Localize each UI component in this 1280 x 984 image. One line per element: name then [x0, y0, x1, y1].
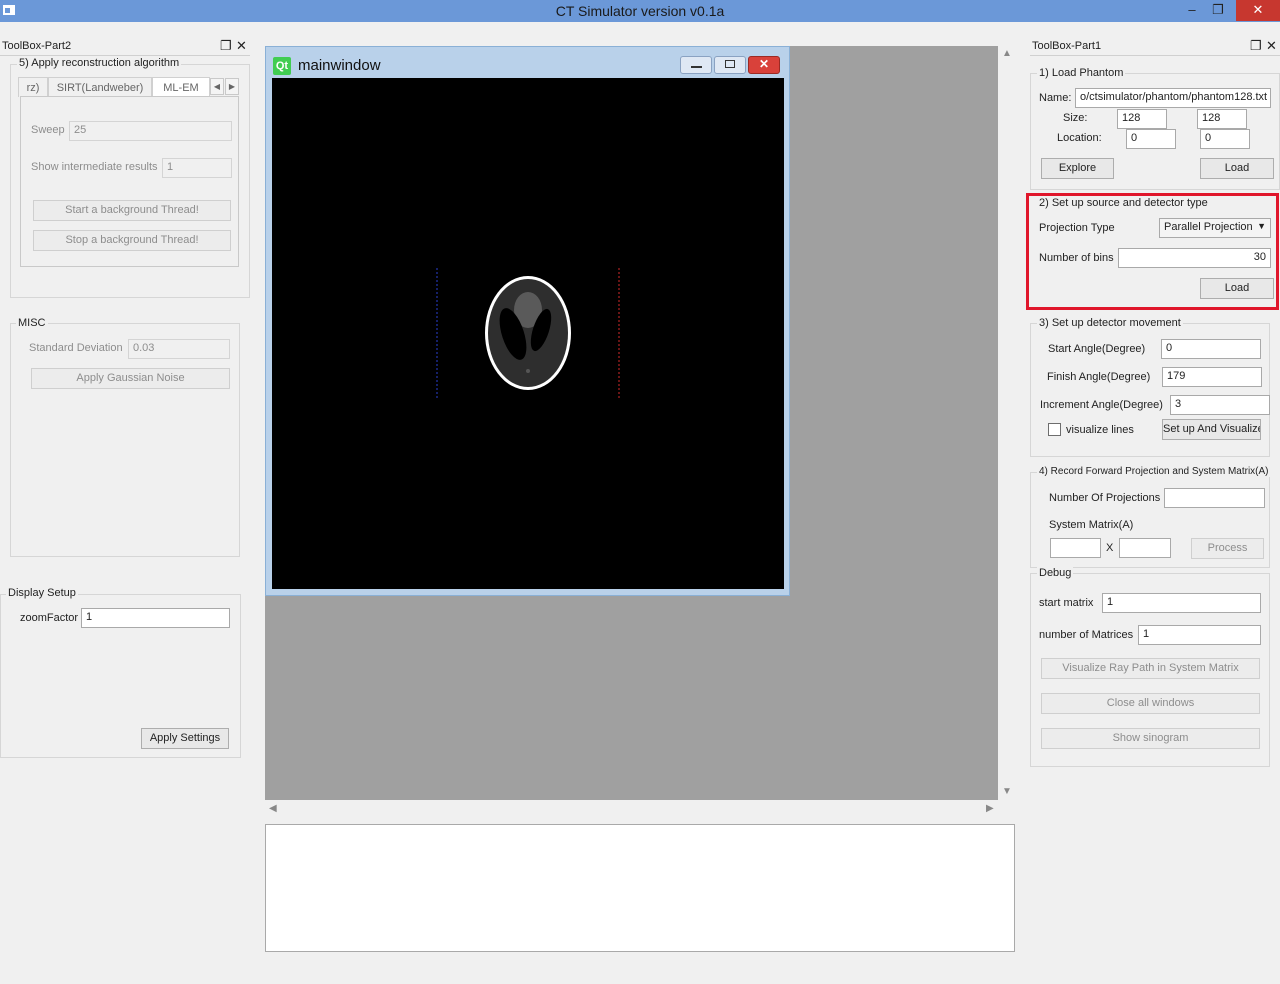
projection-type-label: Projection Type — [1039, 222, 1115, 234]
load-phantom-button[interactable]: Load — [1200, 158, 1274, 179]
increment-angle-label: Increment Angle(Degree) — [1040, 399, 1163, 411]
phantom-canvas[interactable] — [272, 78, 784, 589]
window-title: CT Simulator version v0.1a — [555, 3, 725, 19]
minimize-icon[interactable]: – — [1180, 0, 1204, 21]
toolbox-part1-title: ToolBox-Part1 — [1032, 40, 1102, 52]
explore-button[interactable]: Explore — [1041, 158, 1114, 179]
number-of-bins-label: Number of bins — [1039, 252, 1114, 264]
close-dock-icon[interactable]: ✕ — [236, 39, 247, 53]
divider — [1030, 55, 1280, 56]
close-dock-icon[interactable]: ✕ — [1266, 39, 1277, 53]
num-matrices-input[interactable]: 1 — [1138, 625, 1261, 645]
close-icon[interactable]: ✕ — [1236, 0, 1280, 21]
window-title-bar: CT Simulator version v0.1a – ❐ ✕ — [0, 0, 1280, 22]
num-projections-label: Number Of Projections — [1049, 492, 1161, 504]
system-matrix-cols-input[interactable] — [1119, 538, 1171, 558]
num-matrices-label: number of Matrices — [1039, 629, 1134, 641]
sub-close-icon[interactable]: ✕ — [748, 56, 780, 74]
number-of-bins-input[interactable]: 30 — [1118, 248, 1271, 268]
scroll-right-icon[interactable]: ▶ — [986, 803, 994, 814]
debug-group-label: Debug — [1037, 567, 1074, 579]
setup-visualize-button[interactable]: Set up And Visualize — [1162, 419, 1261, 440]
process-button[interactable]: Process — [1191, 538, 1264, 559]
stop-thread-button[interactable]: Stop a background Thread! — [33, 230, 231, 251]
phantom-name-input[interactable]: o/ctsimulator/phantom/phantom128.txt — [1075, 88, 1271, 108]
scroll-down-icon[interactable]: ▼ — [1002, 786, 1012, 797]
location-y-input[interactable]: 0 — [1200, 129, 1250, 149]
toolbox-part2-header: ToolBox-Part2 ❐ ✕ — [0, 39, 250, 55]
sweep-label: Sweep — [31, 124, 65, 136]
num-projections-input[interactable] — [1164, 488, 1265, 508]
chevron-down-icon: ▼ — [1257, 221, 1266, 231]
tab-sirt[interactable]: SIRT(Landweber) — [48, 77, 152, 97]
intermediate-results-input[interactable]: 1 — [162, 158, 232, 178]
mainwindow-title: mainwindow — [298, 57, 381, 74]
increment-angle-input[interactable]: 3 — [1170, 395, 1270, 415]
load-phantom-label: 1) Load Phantom — [1037, 67, 1126, 79]
size-height-input[interactable]: 128 — [1197, 109, 1247, 129]
visualize-lines-label: visualize lines — [1066, 424, 1134, 436]
tab-scroll-left-icon[interactable]: ◀ — [210, 78, 224, 95]
start-angle-input[interactable]: 0 — [1161, 339, 1261, 359]
location-label: Location: — [1057, 132, 1102, 144]
zoom-factor-input[interactable]: 1 — [81, 608, 230, 628]
visualize-lines-checkbox[interactable] — [1048, 423, 1061, 436]
visualize-ray-path-button[interactable]: Visualize Ray Path in System Matrix — [1041, 658, 1260, 679]
start-thread-button[interactable]: Start a background Thread! — [33, 200, 231, 221]
size-width-input[interactable]: 128 — [1117, 109, 1167, 129]
start-angle-label: Start Angle(Degree) — [1048, 343, 1146, 355]
sub-minimize-icon[interactable] — [680, 56, 712, 74]
finish-angle-input[interactable]: 179 — [1162, 367, 1262, 387]
source-detector-label: 2) Set up source and detector type — [1039, 197, 1208, 209]
phantom-dot — [526, 369, 530, 373]
scroll-left-icon[interactable]: ◀ — [269, 803, 277, 814]
show-sinogram-button[interactable]: Show sinogram — [1041, 728, 1260, 749]
tab-mlem[interactable]: ML-EM — [152, 77, 210, 97]
toolbox-part1-header: ToolBox-Part1 ❐ ✕ — [1030, 39, 1280, 55]
qt-logo: Qt — [273, 57, 291, 75]
system-matrix-rows-input[interactable] — [1050, 538, 1101, 558]
std-dev-label: Standard Deviation — [29, 342, 123, 354]
location-x-input[interactable]: 0 — [1126, 129, 1176, 149]
sweep-input[interactable]: 25 — [69, 121, 232, 141]
load-source-button[interactable]: Load — [1200, 278, 1274, 299]
detector-movement-label: 3) Set up detector movement — [1037, 317, 1183, 329]
system-matrix-label: System Matrix(A) — [1049, 519, 1134, 531]
apply-noise-button[interactable]: Apply Gaussian Noise — [31, 368, 230, 389]
projection-type-select[interactable]: Parallel Projection ▼ — [1159, 218, 1271, 238]
message-log[interactable] — [265, 824, 1015, 952]
apply-settings-button[interactable]: Apply Settings — [141, 728, 229, 749]
maximize-icon[interactable]: ❐ — [1206, 0, 1230, 21]
close-all-windows-button[interactable]: Close all windows — [1041, 693, 1260, 714]
float-dock-icon[interactable]: ❐ — [220, 39, 232, 53]
scroll-up-icon[interactable]: ▲ — [1002, 48, 1012, 59]
intermediate-results-label: Show intermediate results — [31, 161, 158, 173]
std-dev-input[interactable]: 0.03 — [128, 339, 230, 359]
toolbox-part2-title: ToolBox-Part2 — [2, 40, 72, 52]
record-group-label: 4) Record Forward Projection and System … — [1037, 466, 1271, 477]
tab-partial[interactable]: rz) — [18, 77, 48, 97]
finish-angle-label: Finish Angle(Degree) — [1047, 371, 1151, 383]
float-dock-icon[interactable]: ❐ — [1250, 39, 1262, 53]
projection-type-value: Parallel Projection — [1164, 221, 1253, 233]
sub-maximize-icon[interactable] — [714, 56, 746, 74]
shepp-logan-phantom — [436, 268, 620, 398]
start-matrix-input[interactable]: 1 — [1102, 593, 1261, 613]
size-label: Size: — [1063, 112, 1088, 124]
zoom-factor-label: zoomFactor — [20, 612, 79, 624]
misc-group-label: MISC — [16, 317, 48, 329]
start-matrix-label: start matrix — [1039, 597, 1094, 609]
phantom-name-label: Name: — [1039, 92, 1072, 104]
tab-scroll-right-icon[interactable]: ▶ — [225, 78, 239, 95]
times-label: X — [1106, 542, 1114, 554]
recon-group-label: 5) Apply reconstruction algorithm — [17, 57, 182, 69]
divider — [0, 55, 250, 56]
display-setup-label: Display Setup — [6, 587, 78, 599]
